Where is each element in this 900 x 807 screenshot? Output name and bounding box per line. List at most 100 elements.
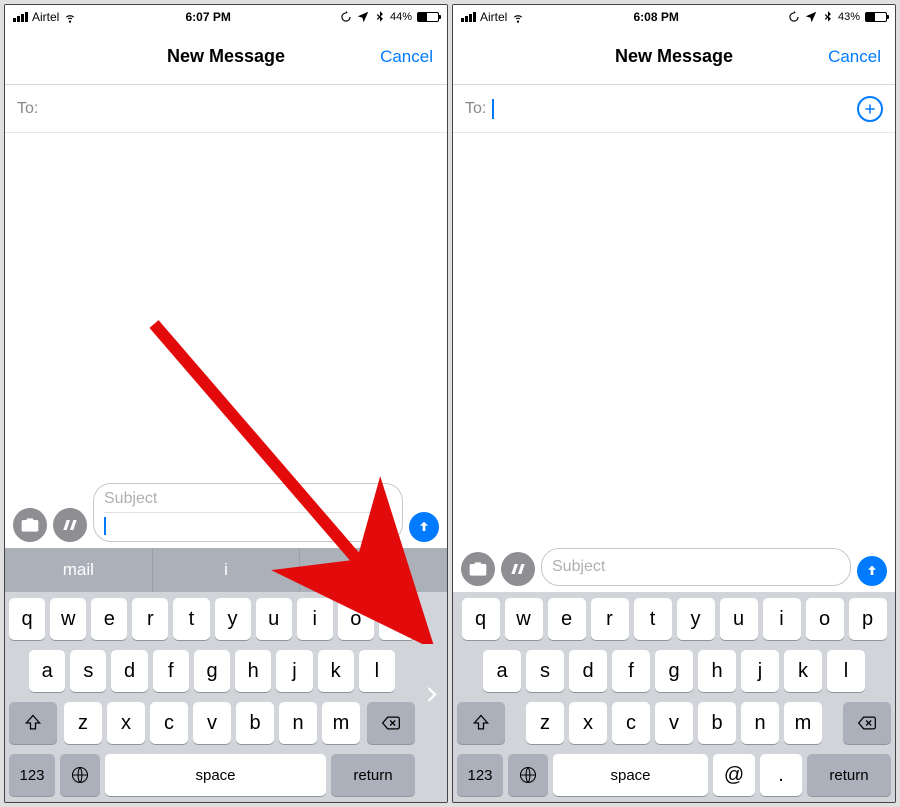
key-u[interactable]: u [720,598,758,640]
key-m[interactable]: m [784,702,822,744]
space-key[interactable]: space [553,754,708,796]
key-w[interactable]: w [50,598,86,640]
key-b[interactable]: b [236,702,274,744]
key-z[interactable]: z [526,702,564,744]
key-o[interactable]: o [338,598,374,640]
subject-input-box[interactable]: Subject [93,483,403,542]
key-t[interactable]: t [173,598,209,640]
add-contact-button[interactable] [857,96,883,122]
cancel-button[interactable]: Cancel [828,47,881,67]
key-y[interactable]: y [215,598,251,640]
apps-button[interactable] [53,508,87,542]
subject-placeholder: Subject [104,490,392,508]
return-key[interactable]: return [807,754,891,796]
key-p[interactable]: p [379,598,415,640]
kb-row-2: a s d f g h j k l [457,650,891,692]
space-key[interactable]: space [105,754,326,796]
phone-left: Airtel 6:07 PM 44% New Message Cancel To… [4,4,448,803]
to-label: To: [465,100,486,118]
suggestion[interactable]: mail [5,548,153,592]
numbers-key[interactable]: 123 [457,754,503,796]
keyboard: q w e r t y u i o p a s d f g h j k l [5,592,447,802]
subject-input-box[interactable]: Subject [541,548,851,586]
delete-key[interactable] [367,702,415,744]
dot-key[interactable]: . [760,754,802,796]
key-e[interactable]: e [548,598,586,640]
quicktype-bar: mail i go [5,548,447,592]
key-l[interactable]: l [359,650,395,692]
location-icon [804,10,818,24]
key-w[interactable]: w [505,598,543,640]
keyboard-expand-chevron-icon[interactable] [423,683,441,712]
key-s[interactable]: s [526,650,564,692]
key-x[interactable]: x [107,702,145,744]
shift-key[interactable] [9,702,57,744]
key-j[interactable]: j [741,650,779,692]
send-button[interactable] [409,512,439,542]
compose-space[interactable] [453,133,895,542]
key-q[interactable]: q [9,598,45,640]
camera-button[interactable] [461,552,495,586]
key-x[interactable]: x [569,702,607,744]
key-m[interactable]: m [322,702,360,744]
key-n[interactable]: n [279,702,317,744]
subject-placeholder: Subject [552,558,605,576]
send-button[interactable] [857,556,887,586]
battery-pct: 44% [390,11,412,23]
globe-key[interactable] [60,754,100,796]
key-q[interactable]: q [462,598,500,640]
key-v[interactable]: v [655,702,693,744]
key-r[interactable]: r [591,598,629,640]
key-h[interactable]: h [698,650,736,692]
key-i[interactable]: i [763,598,801,640]
key-c[interactable]: c [150,702,188,744]
key-e[interactable]: e [91,598,127,640]
key-k[interactable]: k [784,650,822,692]
to-field[interactable]: To: [5,85,447,133]
suggestion[interactable]: go [300,548,447,592]
text-cursor [492,99,494,119]
suggestion[interactable]: i [153,548,301,592]
key-t[interactable]: t [634,598,672,640]
key-u[interactable]: u [256,598,292,640]
kb-row-3: z x c v b n m [9,702,415,744]
battery-pct: 43% [838,11,860,23]
key-r[interactable]: r [132,598,168,640]
key-c[interactable]: c [612,702,650,744]
kb-row-2: a s d f g h j k l [9,650,415,692]
at-key[interactable]: @ [713,754,755,796]
apps-button[interactable] [501,552,535,586]
key-o[interactable]: o [806,598,844,640]
shift-key[interactable] [457,702,505,744]
key-g[interactable]: g [655,650,693,692]
key-f[interactable]: f [153,650,189,692]
key-h[interactable]: h [235,650,271,692]
return-key[interactable]: return [331,754,415,796]
to-field[interactable]: To: [453,85,895,133]
key-i[interactable]: i [297,598,333,640]
key-f[interactable]: f [612,650,650,692]
key-p[interactable]: p [849,598,887,640]
page-title: New Message [167,46,285,67]
key-v[interactable]: v [193,702,231,744]
key-a[interactable]: a [29,650,65,692]
page-title: New Message [615,46,733,67]
cancel-button[interactable]: Cancel [380,47,433,67]
camera-button[interactable] [13,508,47,542]
compose-space[interactable] [5,133,447,477]
key-a[interactable]: a [483,650,521,692]
delete-key[interactable] [843,702,891,744]
numbers-key[interactable]: 123 [9,754,55,796]
key-j[interactable]: j [276,650,312,692]
key-k[interactable]: k [318,650,354,692]
key-d[interactable]: d [111,650,147,692]
key-b[interactable]: b [698,702,736,744]
key-n[interactable]: n [741,702,779,744]
key-s[interactable]: s [70,650,106,692]
key-g[interactable]: g [194,650,230,692]
key-d[interactable]: d [569,650,607,692]
key-y[interactable]: y [677,598,715,640]
key-l[interactable]: l [827,650,865,692]
key-z[interactable]: z [64,702,102,744]
globe-key[interactable] [508,754,548,796]
